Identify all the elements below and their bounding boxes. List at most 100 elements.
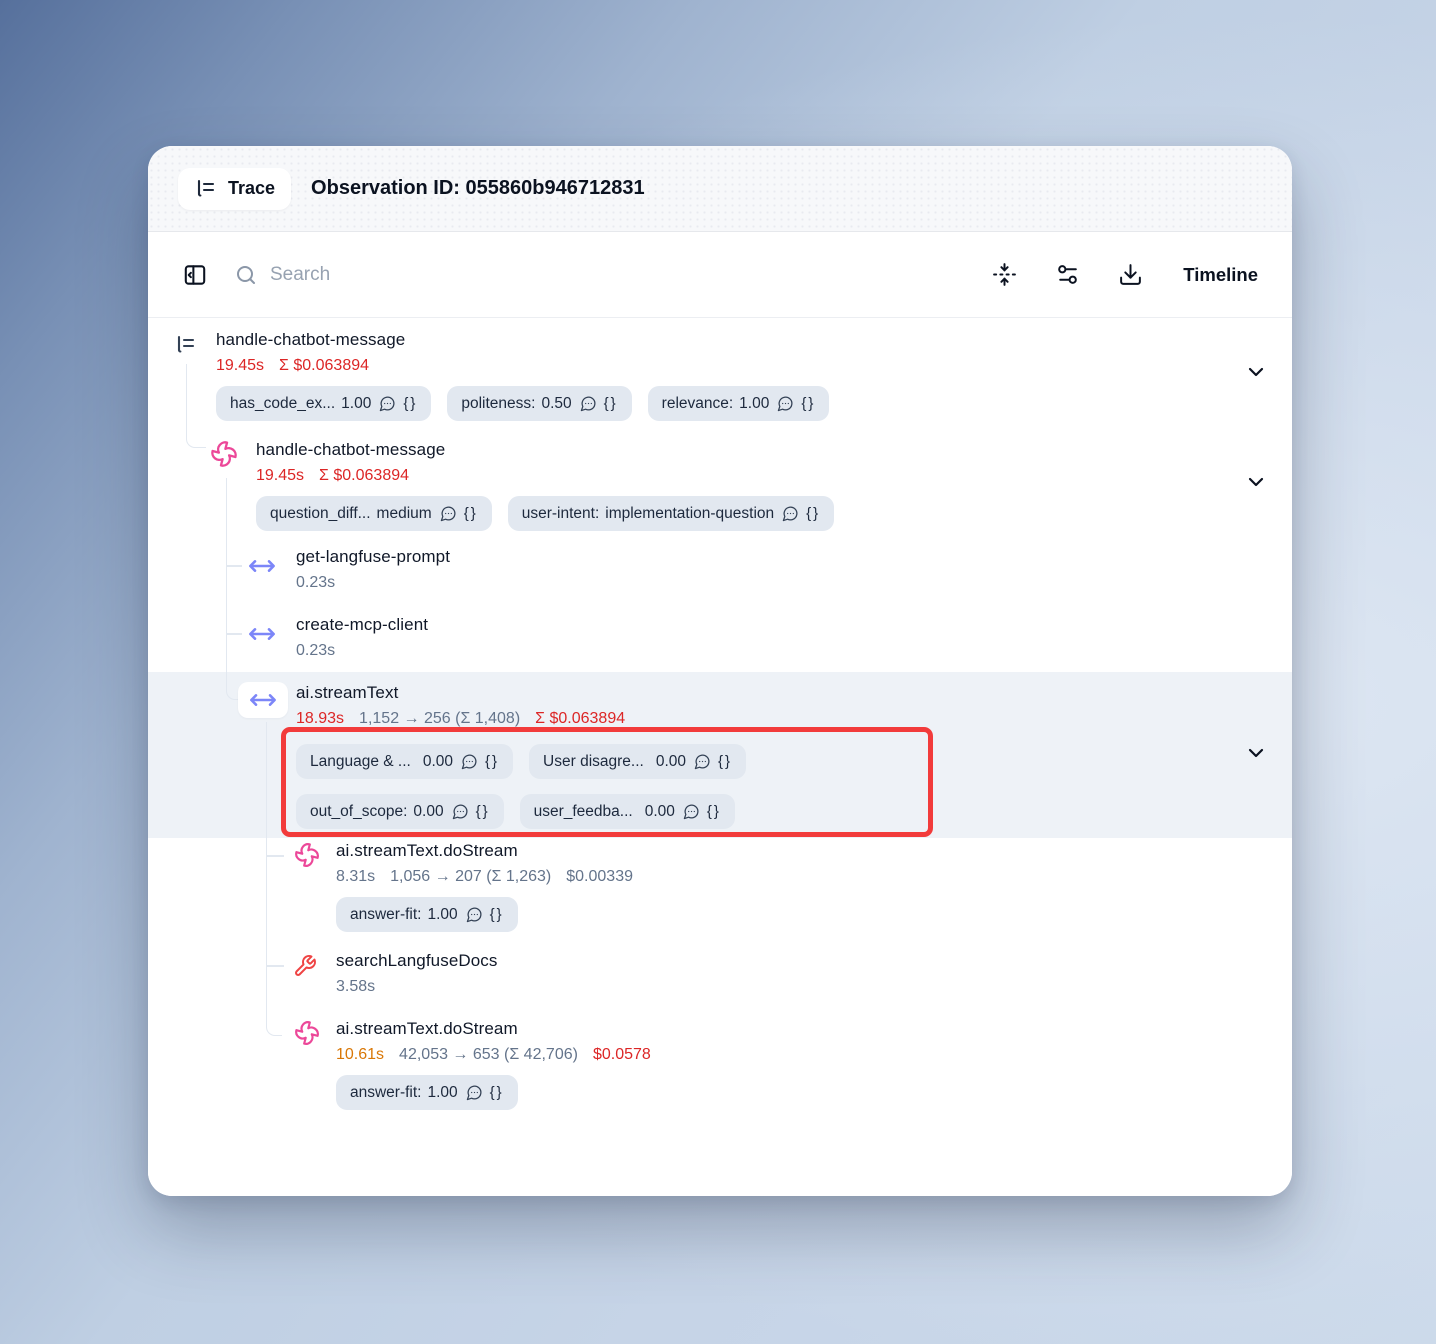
comment-bubble-icon [466, 1084, 483, 1101]
comment-bubble-icon [466, 906, 483, 923]
comment-bubble-icon [694, 753, 711, 770]
score-value: medium [377, 505, 432, 523]
span-name: handle-chatbot-message [256, 438, 834, 462]
tree-row[interactable]: searchLangfuseDocs 3.58s [336, 949, 498, 996]
score-badge[interactable]: question_diff... medium {} [256, 496, 492, 531]
trace-panel: Trace Observation ID: 055860b946712831 [148, 146, 1292, 1196]
span-duration: 0.23s [296, 574, 335, 592]
span-name: ai.streamText.doStream [336, 1017, 651, 1041]
collapse-row-chevron-icon[interactable] [1244, 741, 1268, 765]
score-value: 1.00 [428, 906, 458, 924]
tree-connector [226, 565, 242, 567]
score-label: politeness: [461, 395, 535, 413]
tool-wrench-icon [293, 954, 317, 978]
event-arrows-icon [248, 552, 276, 580]
score-value: 1.00 [739, 395, 769, 413]
page-title: Observation ID: 055860b946712831 [311, 177, 645, 200]
search-icon [234, 263, 258, 287]
tree-row[interactable]: handle-chatbot-message 19.45s Σ $0.06389… [256, 438, 834, 531]
score-value: 0.00 [656, 753, 686, 771]
score-label: answer-fit: [350, 906, 422, 924]
span-tokens: 1,056 → 207 (Σ 1,263) [390, 868, 551, 886]
comment-bubble-icon [683, 803, 700, 820]
span-name: create-mcp-client [296, 613, 428, 637]
tree-row[interactable]: ai.streamText.doStream 8.31s 1,056 → 207… [336, 839, 633, 932]
span-name: handle-chatbot-message [216, 328, 829, 352]
span-duration: 3.58s [336, 978, 375, 996]
span-name: ai.streamText [296, 681, 746, 705]
span-duration: 18.93s [296, 710, 344, 728]
metadata-braces: {} [485, 753, 499, 770]
score-badge[interactable]: politeness: 0.50 {} [447, 386, 631, 421]
score-badge[interactable]: User disagre... 0.00 {} [529, 744, 746, 779]
trace-badge-label: Trace [228, 178, 275, 199]
span-cost: Σ $0.063894 [535, 710, 625, 728]
tree-connector [266, 855, 284, 857]
tree-connector [226, 478, 242, 700]
span-cost: $0.0578 [593, 1046, 651, 1064]
score-badge[interactable]: relevance: 1.00 {} [648, 386, 830, 421]
span-name: get-langfuse-prompt [296, 545, 450, 569]
tree-connector [266, 965, 284, 967]
comment-bubble-icon [782, 505, 799, 522]
score-badge[interactable]: user_feedba... 0.00 {} [520, 794, 735, 829]
list-tree-icon [194, 177, 218, 201]
metadata-braces: {} [604, 395, 618, 412]
collapse-row-chevron-icon[interactable] [1244, 360, 1268, 384]
span-fan-icon [294, 1020, 320, 1046]
score-badge[interactable]: out_of_scope: 0.00 {} [296, 794, 504, 829]
score-badge[interactable]: answer-fit: 1.00 {} [336, 1075, 518, 1110]
metadata-braces: {} [718, 753, 732, 770]
score-value: implementation-question [605, 505, 774, 523]
span-tokens: 42,053 → 653 (Σ 42,706) [399, 1046, 578, 1064]
score-badge[interactable]: has_code_ex... 1.00 {} [216, 386, 431, 421]
score-label: has_code_ex... [230, 395, 335, 413]
metadata-braces: {} [476, 803, 490, 820]
span-duration: 19.45s [256, 467, 304, 485]
tree-row-selected[interactable]: ai.streamText 18.93s 1,152 → 256 (Σ 1,40… [296, 681, 746, 829]
metadata-braces: {} [490, 906, 504, 923]
collapse-panel-button[interactable] [182, 262, 208, 288]
score-label: question_diff... [270, 505, 371, 523]
score-value: 1.00 [341, 395, 371, 413]
span-cost: Σ $0.063894 [279, 357, 369, 375]
timeline-toggle[interactable]: Timeline [1183, 264, 1258, 286]
panel-left-close-icon [182, 262, 208, 288]
metadata-braces: {} [806, 505, 820, 522]
score-label: out_of_scope: [310, 803, 407, 821]
tree-row[interactable]: ai.streamText.doStream 10.61s 42,053 → 6… [336, 1017, 651, 1110]
filter-settings-button[interactable] [1055, 262, 1080, 287]
score-badge[interactable]: answer-fit: 1.00 {} [336, 897, 518, 932]
tree-row[interactable]: get-langfuse-prompt 0.23s [296, 545, 450, 592]
comment-bubble-icon [461, 753, 478, 770]
score-badge[interactable]: user-intent: implementation-question {} [508, 496, 834, 531]
span-name: ai.streamText.doStream [336, 839, 633, 863]
metadata-braces: {} [403, 395, 417, 412]
metadata-braces: {} [707, 803, 721, 820]
collapse-all-button[interactable] [992, 262, 1017, 287]
search-bar [234, 263, 992, 287]
download-icon [1118, 262, 1143, 287]
score-value: 0.00 [423, 753, 453, 771]
score-badge[interactable]: Language & ... 0.00 {} [296, 744, 513, 779]
score-value: 0.00 [413, 803, 443, 821]
comment-bubble-icon [580, 395, 597, 412]
list-tree-icon [174, 333, 198, 357]
score-label: User disagre... [543, 753, 644, 771]
span-cost: Σ $0.063894 [319, 467, 409, 485]
event-arrows-icon [249, 686, 277, 714]
tree-row[interactable]: handle-chatbot-message 19.45s Σ $0.06389… [216, 328, 829, 421]
tree-connector [226, 633, 242, 635]
span-tokens: 1,152 → 256 (Σ 1,408) [359, 710, 520, 728]
collapse-row-chevron-icon[interactable] [1244, 470, 1268, 494]
score-label: Language & ... [310, 753, 411, 771]
score-label: user-intent: [522, 505, 600, 523]
download-button[interactable] [1118, 262, 1143, 287]
span-duration: 0.23s [296, 642, 335, 660]
comment-bubble-icon [440, 505, 457, 522]
tree-row[interactable]: create-mcp-client 0.23s [296, 613, 428, 660]
metadata-braces: {} [464, 505, 478, 522]
span-fan-icon [294, 842, 320, 868]
comment-bubble-icon [777, 395, 794, 412]
search-input[interactable] [270, 264, 670, 286]
